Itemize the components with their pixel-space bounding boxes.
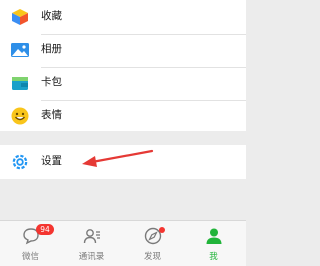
emoji-face-icon [11,107,29,125]
menu-item-favorites[interactable]: 收藏 [0,0,246,34]
photo-album-icon [11,43,29,57]
menu-item-album[interactable]: 相册 [0,33,246,67]
menu-item-label: 设置 [41,155,62,167]
menu-item-card-wallet[interactable]: 卡包 [0,66,246,100]
card-wallet-icon [12,77,28,90]
tab-label: 我 [209,252,218,262]
menu-item-label: 收藏 [41,10,62,22]
menu-group-settings: 设置 [0,145,246,179]
new-dot-badge [159,227,165,233]
menu-item-label: 表情 [41,109,62,121]
unread-badge: 94 [36,224,54,235]
person-icon [206,228,221,244]
tab-contacts[interactable]: 通讯录 [61,221,122,266]
menu-item-emoji[interactable]: 表情 [0,99,246,133]
menu-item-settings[interactable]: 设置 [0,145,246,179]
tab-discover[interactable]: 发现 [122,221,183,266]
menu-group-main: 收藏 相册 卡包 表情 [0,0,246,131]
menu-item-label: 卡包 [41,76,62,88]
contacts-icon [83,229,100,244]
menu-item-label: 相册 [41,43,62,55]
cube-icon [12,9,28,25]
bottom-tab-bar: 94 微信 通讯录 发现 我 [0,220,246,266]
tab-me[interactable]: 我 [183,221,244,266]
tab-label: 微信 [21,252,39,262]
empty-area [0,179,246,219]
gear-icon [12,154,28,170]
tab-chats[interactable]: 94 微信 [0,221,61,266]
tab-label: 通讯录 [78,252,105,262]
tab-label: 发现 [143,252,161,262]
